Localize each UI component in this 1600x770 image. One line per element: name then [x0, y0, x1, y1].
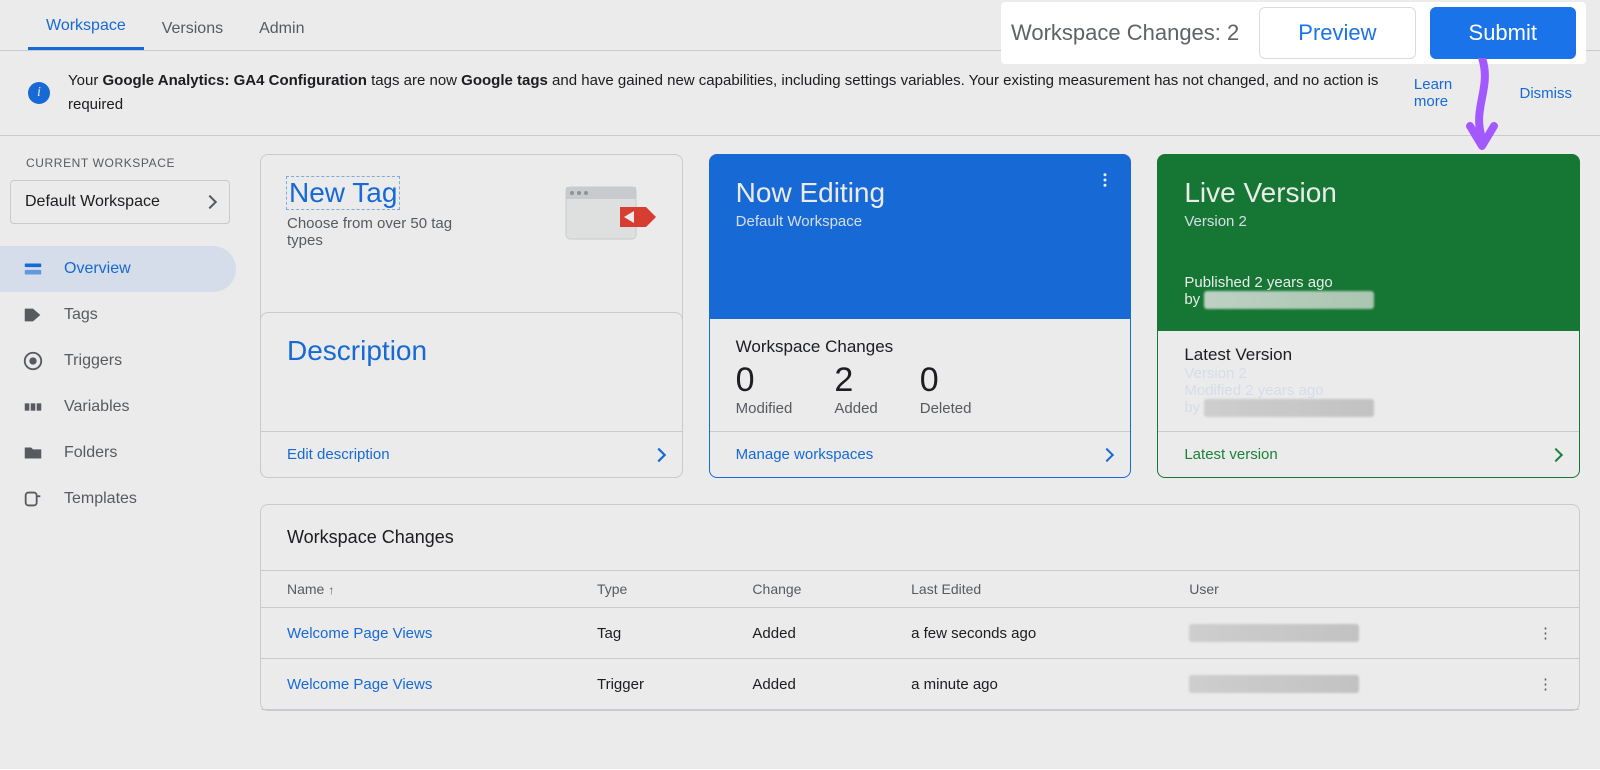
- card-subtitle: Default Workspace: [736, 213, 1105, 230]
- sidebar-item-label: Variables: [64, 398, 130, 416]
- info-icon: i: [28, 82, 50, 104]
- tag-icon: [22, 304, 44, 326]
- card-title: Now Editing: [736, 177, 1105, 209]
- sidebar-section-label: CURRENT WORKSPACE: [0, 156, 240, 180]
- top-tabs: Workspace Versions Admin Workspace Chang…: [0, 0, 1600, 51]
- row-type: Trigger: [571, 659, 726, 710]
- card-menu-button[interactable]: [1090, 165, 1120, 195]
- sort-asc-icon: ↑: [328, 583, 334, 597]
- row-last-edited: a few seconds ago: [885, 608, 1163, 659]
- col-type[interactable]: Type: [571, 571, 726, 608]
- sidebar-item-label: Tags: [64, 306, 98, 324]
- sidebar: CURRENT WORKSPACE Default Workspace Over…: [0, 136, 240, 770]
- col-user[interactable]: User: [1163, 571, 1512, 608]
- row-change: Added: [726, 659, 885, 710]
- chevron-right-icon: [652, 447, 666, 461]
- published-by: by: [1184, 291, 1553, 309]
- col-name[interactable]: Name↑: [261, 571, 571, 608]
- sidebar-item-label: Templates: [64, 490, 137, 508]
- workspace-changes-table: Name↑ Type Change Last Edited User Welco…: [261, 570, 1579, 710]
- card-description: Description Edit description: [260, 312, 683, 478]
- col-change[interactable]: Change: [726, 571, 885, 608]
- table-title: Workspace Changes: [261, 505, 1579, 570]
- folder-icon: [22, 442, 44, 464]
- tab-versions[interactable]: Versions: [144, 6, 241, 50]
- table-row[interactable]: Welcome Page Views Trigger Added a minut…: [261, 659, 1579, 710]
- row-last-edited: a minute ago: [885, 659, 1163, 710]
- row-name[interactable]: Welcome Page Views: [261, 608, 571, 659]
- row-user: [1163, 608, 1512, 659]
- row-name[interactable]: Welcome Page Views: [261, 659, 571, 710]
- row-type: Tag: [571, 608, 726, 659]
- trigger-icon: [22, 350, 44, 372]
- col-last-edited[interactable]: Last Edited: [885, 571, 1163, 608]
- banner-message: Your Google Analytics: GA4 Configuration…: [68, 69, 1382, 117]
- sidebar-item-triggers[interactable]: Triggers: [0, 338, 236, 384]
- chevron-right-icon: [203, 195, 217, 209]
- redacted-user: [1189, 675, 1359, 693]
- row-user: [1163, 659, 1512, 710]
- tab-admin[interactable]: Admin: [241, 6, 322, 50]
- templates-icon: [22, 488, 44, 510]
- redacted-user: [1204, 291, 1374, 309]
- sidebar-item-overview[interactable]: Overview: [0, 246, 236, 292]
- workspace-changes-table-card: Workspace Changes Name↑ Type Change Last…: [260, 504, 1580, 711]
- main-content: New Tag Choose from over 50 tag types Ad…: [240, 136, 1600, 770]
- sidebar-item-variables[interactable]: Variables: [0, 384, 236, 430]
- row-menu-button[interactable]: ⋮: [1512, 608, 1579, 659]
- redacted-user: [1204, 399, 1374, 417]
- sidebar-item-templates[interactable]: Templates: [0, 476, 236, 522]
- overview-icon: [22, 258, 44, 280]
- new-tag-illustration: [560, 177, 656, 249]
- workspace-picker-value: Default Workspace: [25, 193, 160, 211]
- sidebar-item-label: Triggers: [64, 352, 122, 370]
- banner-learn-more[interactable]: Learn more: [1414, 76, 1488, 110]
- tab-workspace[interactable]: Workspace: [28, 3, 144, 50]
- sidebar-item-label: Overview: [64, 260, 131, 278]
- row-menu-button[interactable]: ⋮: [1512, 659, 1579, 710]
- edit-description-link[interactable]: Edit description: [261, 431, 682, 477]
- card-subtitle: Choose from over 50 tag types: [287, 215, 487, 249]
- row-change: Added: [726, 608, 885, 659]
- sidebar-item-label: Folders: [64, 444, 117, 462]
- card-title: New Tag: [287, 177, 399, 209]
- card-title: Description: [287, 335, 656, 367]
- card-subtitle: Version 2: [1184, 213, 1553, 230]
- workspace-changes-count: Workspace Changes: 2: [1011, 20, 1239, 46]
- redacted-user: [1189, 624, 1359, 642]
- sidebar-item-tags[interactable]: Tags: [0, 292, 236, 338]
- published-line: Published 2 years ago: [1184, 274, 1553, 291]
- card-title: Live Version: [1184, 177, 1553, 209]
- workspace-changes-bar: Workspace Changes: 2 Preview Submit: [1001, 2, 1586, 64]
- sidebar-item-folders[interactable]: Folders: [0, 430, 236, 476]
- workspace-picker[interactable]: Default Workspace: [10, 180, 230, 224]
- table-row[interactable]: Welcome Page Views Tag Added a few secon…: [261, 608, 1579, 659]
- submit-button[interactable]: Submit: [1430, 7, 1576, 59]
- banner-dismiss[interactable]: Dismiss: [1520, 85, 1573, 102]
- variables-icon: [22, 396, 44, 418]
- preview-button[interactable]: Preview: [1259, 7, 1415, 59]
